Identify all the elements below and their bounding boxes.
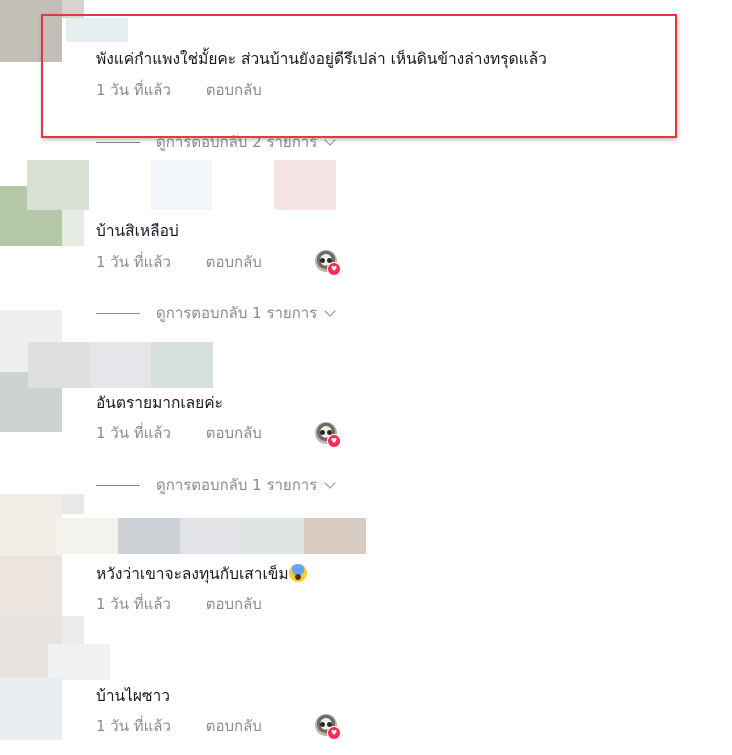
- comment-time: 1 วัน ที่แล้ว: [96, 595, 171, 613]
- view-replies-button[interactable]: ดูการตอบกลับ 1 รายการ: [96, 303, 336, 323]
- comment-meta: 1 วัน ที่แล้ว ตอบกลับ: [96, 252, 262, 272]
- divider-line: [96, 142, 140, 143]
- creator-liked-avatar-icon: ♥: [315, 422, 341, 448]
- redacted-avatar-2c: [62, 210, 84, 246]
- comment-time: 1 วัน ที่แล้ว: [96, 253, 171, 271]
- creator-liked-avatar-icon: ♥: [315, 714, 341, 740]
- comment-time: 1 วัน ที่แล้ว: [96, 717, 171, 735]
- redacted-username-4c: [180, 518, 242, 554]
- chevron-down-icon: [324, 305, 336, 317]
- redacted-avatar-5d: [0, 678, 62, 740]
- comment-text: อันตรายมากเลยค่ะ: [96, 394, 223, 412]
- comment-meta: 1 วัน ที่แล้ว ตอบกลับ: [96, 423, 262, 443]
- redacted-avatar-5c: [48, 644, 110, 680]
- view-replies-label: ดูการตอบกลับ 1 รายการ: [156, 304, 318, 322]
- comment-text-body: หวังว่าเขาจะลงทุนกับเสาเข็ม: [96, 565, 289, 583]
- redacted-username-4e: [304, 518, 366, 554]
- divider-line: [96, 313, 140, 314]
- redacted-avatar-3c: [28, 342, 90, 388]
- redacted-username-2a: [151, 160, 212, 210]
- creator-liked-avatar-icon: ♥: [315, 250, 341, 276]
- reply-button[interactable]: ตอบกลับ: [206, 424, 262, 442]
- redacted-username-4d: [242, 518, 304, 554]
- reply-button[interactable]: ตอบกลับ: [206, 717, 262, 735]
- redacted-avatar-4b: [0, 556, 62, 616]
- redacted-avatar-4c: [62, 494, 84, 514]
- comment-meta: 1 วัน ที่แล้ว ตอบกลับ: [96, 716, 262, 736]
- highlight-box: [41, 14, 677, 138]
- divider-line: [96, 485, 140, 486]
- redacted-avatar-2b: [27, 160, 89, 210]
- comment-text: บ้านสิเหลือบ่: [96, 222, 179, 240]
- chevron-down-icon: [324, 477, 336, 489]
- redacted-username-3b: [151, 342, 213, 388]
- comments-panel: พังแค่กำแพงใช่มั้ยคะ ส่วนบ้านยังอยู่ดีรึ…: [0, 0, 732, 755]
- comment-meta: 1 วัน ที่แล้ว ตอบกลับ: [96, 594, 262, 614]
- view-replies-label: ดูการตอบกลับ 1 รายการ: [156, 476, 318, 494]
- reply-button[interactable]: ตอบกลับ: [206, 595, 262, 613]
- comment-text: บ้านไผซาว: [96, 687, 170, 705]
- redacted-avatar-4: [0, 494, 62, 556]
- comment-text: หวังว่าเขาจะลงทุนกับเสาเข็ม: [96, 564, 307, 584]
- redacted-username-2b: [274, 160, 336, 210]
- comment-time: 1 วัน ที่แล้ว: [96, 424, 171, 442]
- heart-icon: ♥: [327, 262, 341, 276]
- scream-emoji-icon: [288, 564, 307, 582]
- reply-button[interactable]: ตอบกลับ: [206, 253, 262, 271]
- redacted-username-3a: [90, 342, 151, 388]
- view-replies-button[interactable]: ดูการตอบกลับ 1 รายการ: [96, 475, 336, 495]
- redacted-username-4b: [118, 518, 180, 554]
- heart-icon: ♥: [327, 434, 341, 448]
- redacted-username-4a: [56, 518, 118, 554]
- heart-icon: ♥: [327, 726, 341, 740]
- redacted-avatar-5b: [62, 616, 84, 644]
